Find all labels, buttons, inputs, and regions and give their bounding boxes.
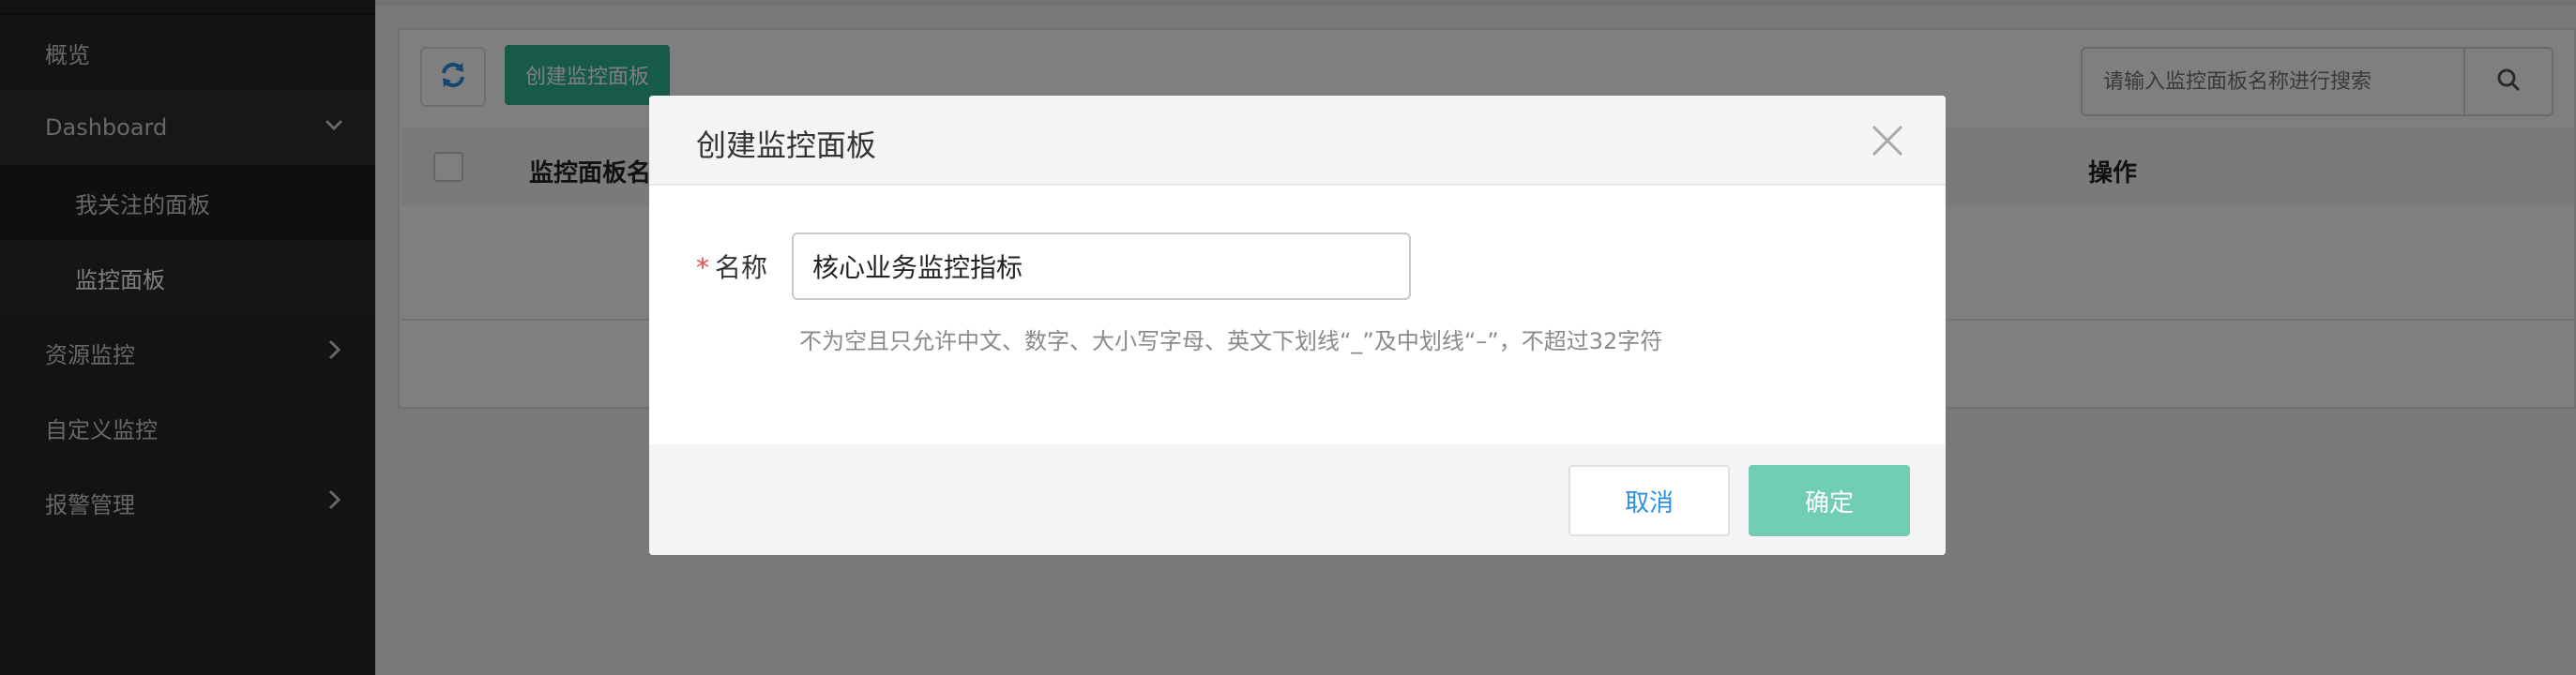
name-input[interactable] <box>792 232 1411 300</box>
name-field-label: * 名称 <box>696 248 767 285</box>
confirm-button-label: 确定 <box>1804 488 1854 518</box>
required-mark: * <box>696 252 709 283</box>
create-dashboard-dialog: 创建监控面板 *名称 不为空且只允许中文、数字、大小写字母、英文下划线“_”及中… <box>649 96 1946 555</box>
confirm-button[interactable]: 确定 <box>1749 465 1910 536</box>
name-hint: 不为空且只允许中文、数字、大小写字母、英文下划线“_”及中划线“–”，不超过32… <box>799 328 1663 354</box>
name-label-text: 名称 <box>715 252 768 283</box>
close-icon[interactable] <box>1869 122 1906 159</box>
dialog-footer: 取消 确定 <box>649 444 1946 555</box>
cancel-button[interactable]: 取消 <box>1568 465 1730 536</box>
dialog-title: 创建监控面板 <box>696 128 877 163</box>
dialog-header: 创建监控面板 <box>649 96 1946 186</box>
cancel-button-label: 取消 <box>1624 488 1674 518</box>
